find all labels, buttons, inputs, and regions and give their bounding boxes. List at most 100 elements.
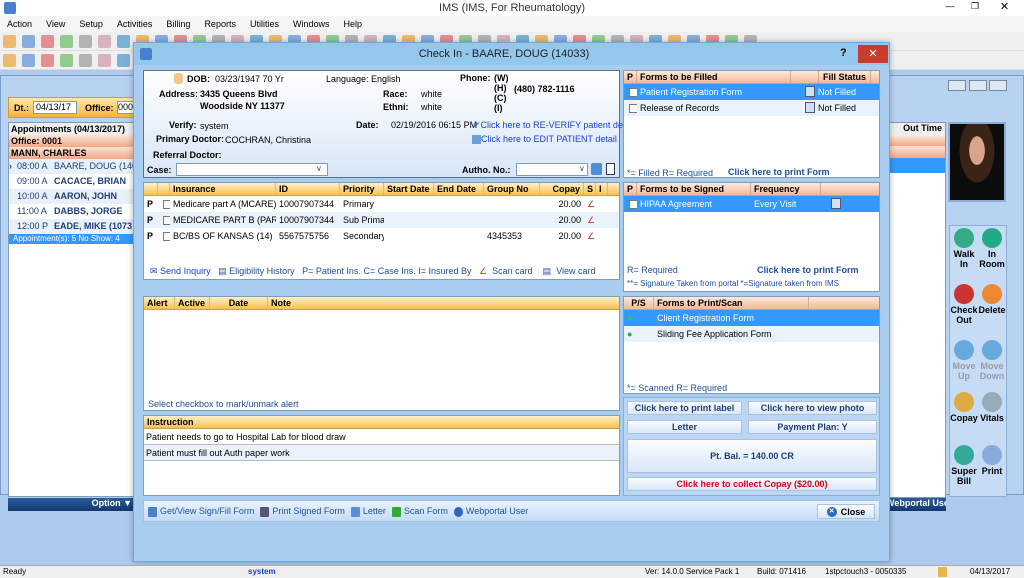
insurance-col-header: ID — [276, 183, 340, 195]
side-button-move-up[interactable]: Move Up — [950, 338, 978, 384]
copay-icon — [954, 392, 974, 413]
payment-plan-button[interactable]: Payment Plan: Y — [748, 420, 877, 434]
side-button-delete[interactable]: Delete — [978, 282, 1006, 331]
ethnicity-label: Ethni: — [383, 102, 409, 112]
reverify-link[interactable]: ✔Click here to RE-VERIFY patient detail — [473, 120, 634, 131]
appointment-row[interactable]: 12:00 P EADE, MIKE (1073 — [9, 219, 137, 234]
toolbar-icon[interactable] — [22, 35, 35, 48]
instruction-row[interactable]: Patient needs to go to Hospital Lab for … — [144, 429, 619, 445]
letter-button[interactable]: Letter — [627, 420, 742, 434]
print-sign-form-link[interactable]: Click here to print Form — [757, 265, 859, 275]
authorization-icon[interactable] — [591, 163, 602, 175]
sign-form-checkbox[interactable] — [629, 200, 637, 210]
view-photo-button[interactable]: Click here to view photo — [748, 401, 877, 415]
fill-form-row[interactable]: Patient Registration Form Not Filled — [624, 84, 879, 100]
toolbar-icon[interactable] — [60, 35, 73, 48]
side-button-print[interactable]: Print — [978, 443, 1006, 489]
menu-help[interactable]: Help — [336, 16, 369, 32]
side-button-copay[interactable]: Copay — [950, 390, 978, 436]
menu-view[interactable]: View — [39, 16, 72, 32]
toolbar-icon[interactable] — [60, 54, 73, 67]
scan-card-icon[interactable]: ∠ — [584, 196, 596, 212]
alert-hint: Select checkbox to mark/unmark alert — [148, 399, 299, 409]
menu-utilities[interactable]: Utilities — [243, 16, 286, 32]
close-app-button[interactable]: ✕ — [985, 0, 1024, 16]
close-button[interactable]: ✕ Close — [817, 504, 875, 519]
side-button-vitals[interactable]: Vitals — [978, 390, 1006, 436]
toolbar-icon[interactable] — [41, 54, 54, 67]
sign-form-icon[interactable] — [831, 198, 841, 209]
print-fill-form-link[interactable]: Click here to print Form — [728, 167, 830, 177]
side-button-super-bill[interactable]: Super Bill — [950, 443, 978, 489]
edit-patient-link[interactable]: Click here to EDIT PATIENT detail — [472, 134, 617, 145]
toolbar-icon[interactable] — [79, 35, 92, 48]
insurance-checkbox[interactable] — [163, 200, 170, 210]
menu-action[interactable]: Action — [0, 16, 39, 32]
footer-scan-form-button[interactable]: Scan Form — [391, 506, 448, 517]
menu-billing[interactable]: Billing — [159, 16, 197, 32]
child-window-controls[interactable] — [948, 80, 1016, 93]
toolbar-icon[interactable] — [3, 35, 16, 48]
appointment-summary: Appointment(s): 5 No Show: 4 — [9, 234, 137, 244]
print-icon — [982, 445, 1002, 466]
toolbar-icon[interactable] — [79, 54, 92, 67]
view-card-link[interactable]: ▤ View card — [543, 266, 596, 276]
forms-print-scan-col-header: Forms to Print/Scan — [654, 297, 809, 309]
menu-windows[interactable]: Windows — [286, 16, 337, 32]
fill-form-icon[interactable] — [805, 86, 815, 97]
side-button-check-out[interactable]: Check Out — [950, 282, 978, 331]
date-input[interactable]: 04/13/17 — [33, 101, 77, 114]
footer-fill-form-button[interactable]: Get/View Sign/Fill Form — [148, 506, 254, 517]
fill-form-checkbox[interactable] — [629, 104, 637, 114]
appointment-row[interactable]: 09:00 A CACACE, BRIAN — [9, 174, 137, 189]
fill-form-checkbox[interactable] — [629, 88, 637, 98]
toolbar-icon[interactable] — [3, 54, 16, 67]
help-button[interactable]: ? — [840, 47, 847, 59]
footer-print-button[interactable]: Print Signed Form — [260, 506, 345, 517]
instruction-row[interactable]: Patient must fill out Auth paper work — [144, 445, 619, 461]
option-button[interactable]: Option ▼ — [8, 498, 136, 511]
footer-letter-button[interactable]: Letter — [350, 506, 386, 517]
autho-select[interactable] — [516, 163, 588, 176]
toolbar-icon[interactable] — [98, 35, 111, 48]
insurance-checkbox[interactable] — [163, 216, 170, 226]
dialog-close-button[interactable]: ✕ — [858, 45, 888, 63]
appointment-row[interactable]: 10:00 A AARON, JOHN — [9, 189, 137, 204]
restore-button[interactable]: ❐ — [965, 1, 985, 12]
menu-activities[interactable]: Activities — [110, 16, 160, 32]
toolbar-icon[interactable] — [22, 54, 35, 67]
toolbar-icon[interactable] — [117, 54, 130, 67]
scan-form-row[interactable]: ● Client Registration Form — [624, 310, 879, 326]
toolbar-icon[interactable] — [41, 35, 54, 48]
toolbar-icon[interactable] — [98, 54, 111, 67]
scan-card-icon[interactable]: ∠ — [584, 228, 596, 244]
send-inquiry-link[interactable]: ✉ Send Inquiry — [150, 266, 211, 276]
minimize-button[interactable]: — — [940, 1, 960, 11]
new-document-icon[interactable] — [606, 163, 615, 175]
insurance-row[interactable]: P Medicare part A (MCARE) 10007907344 Prima… — [144, 196, 619, 212]
fill-form-row[interactable]: Release of Records Not Filled — [624, 100, 879, 116]
scan-card-icon[interactable]: ∠ — [584, 212, 596, 228]
collect-copay-button[interactable]: Click here to collect Copay ($20.00) — [627, 477, 877, 491]
menu-setup[interactable]: Setup — [72, 16, 110, 32]
side-button-walk-in[interactable]: Walk In — [950, 226, 978, 275]
app-title: IMS (IMS, For Rheumatology) — [438, 2, 586, 14]
menu-reports[interactable]: Reports — [197, 16, 243, 32]
insurance-row[interactable]: P MEDICARE PART B (PAR 10007907344 Sub Prim… — [144, 212, 619, 228]
case-select[interactable] — [176, 163, 328, 176]
sign-form-row[interactable]: HIPAA Agreement Every Visit — [624, 196, 879, 212]
side-button-in-room[interactable]: In Room — [978, 226, 1006, 275]
scan-card-link[interactable]: ∠ Scan card — [479, 266, 533, 276]
side-button-move-down[interactable]: Move Down — [978, 338, 1006, 384]
print-label-button[interactable]: Click here to print label — [627, 401, 742, 415]
appointment-row[interactable]: ›08:00 ABAARE, DOUG (14033) — [9, 159, 137, 174]
race-label: Race: — [383, 89, 408, 99]
footer-webportal-button[interactable]: Webportal User — [453, 506, 528, 517]
insurance-checkbox[interactable] — [163, 232, 170, 242]
scan-form-row[interactable]: ● Sliding Fee Application Form — [624, 326, 879, 342]
fill-form-icon[interactable] — [805, 102, 815, 113]
appointment-row[interactable]: 11:00 A DABBS, JORGE — [9, 204, 137, 219]
toolbar-icon[interactable] — [117, 35, 130, 48]
insurance-row[interactable]: P BC/BS OF KANSAS (14) 5567575756 Secondary… — [144, 228, 619, 244]
eligibility-history-link[interactable]: ▤ Eligibility History — [218, 266, 295, 276]
